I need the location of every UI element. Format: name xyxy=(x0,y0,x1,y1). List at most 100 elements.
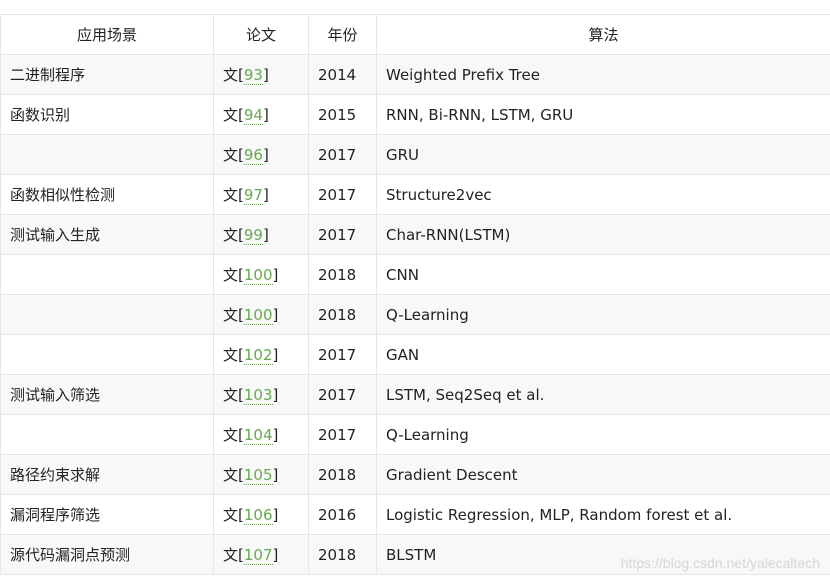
table-body: 二进制程序 文[93] 2014 Weighted Prefix Tree 函数识别 文[… xyxy=(0,54,830,575)
reference-link[interactable]: 100 xyxy=(243,266,273,285)
table-header-row: 应用场景 论文 年份 算法 xyxy=(0,14,830,55)
algorithm-cell: Q-Learning xyxy=(376,294,830,335)
cite-suffix: ] xyxy=(272,306,279,324)
paper-cell: 文[105] xyxy=(213,454,309,495)
year-cell: 2018 xyxy=(308,454,377,495)
cite-suffix: ] xyxy=(272,506,279,524)
algorithm-cell: Gradient Descent xyxy=(376,454,830,495)
year-cell: 2017 xyxy=(308,414,377,455)
table-row: 文[100] 2018 Q-Learning xyxy=(0,294,830,335)
paper-cell: 文[104] xyxy=(213,414,309,455)
reference-link[interactable]: 96 xyxy=(243,146,263,165)
algorithm-cell: LSTM, Seq2Seq et al. xyxy=(376,374,830,415)
paper-cell: 文[100] xyxy=(213,254,309,295)
algorithm-cell: GAN xyxy=(376,334,830,375)
reference-link[interactable]: 100 xyxy=(243,306,273,325)
year-cell: 2018 xyxy=(308,534,377,575)
scenario-cell: 漏洞程序筛选 xyxy=(0,494,214,535)
paper-cell: 文[93] xyxy=(213,54,309,95)
table-row: 函数相似性检测 文[97] 2017 Structure2vec xyxy=(0,174,830,215)
reference-link[interactable]: 103 xyxy=(243,386,273,405)
paper-cell: 文[94] xyxy=(213,94,309,135)
paper-cell: 文[96] xyxy=(213,134,309,175)
cite-suffix: ] xyxy=(272,266,279,284)
paper-cell: 文[100] xyxy=(213,294,309,335)
algorithm-table: 应用场景 论文 年份 算法 二进制程序 文[93] 2014 Weighted Pre… xyxy=(0,14,830,575)
year-cell: 2015 xyxy=(308,94,377,135)
table-row: 函数识别 文[94] 2015 RNN, Bi-RNN, LSTM, GRU xyxy=(0,94,830,135)
table-row: 二进制程序 文[93] 2014 Weighted Prefix Tree xyxy=(0,54,830,95)
cite-prefix: 文[ xyxy=(223,146,244,164)
cite-prefix: 文[ xyxy=(223,466,244,484)
cite-prefix: 文[ xyxy=(223,506,244,524)
paper-cell: 文[103] xyxy=(213,374,309,415)
reference-link[interactable]: 107 xyxy=(243,546,273,565)
cite-suffix: ] xyxy=(262,226,269,244)
reference-link[interactable]: 102 xyxy=(243,346,273,365)
cite-prefix: 文[ xyxy=(223,306,244,324)
year-cell: 2018 xyxy=(308,294,377,335)
cite-prefix: 文[ xyxy=(223,546,244,564)
scenario-cell: 测试输入生成 xyxy=(0,214,214,255)
reference-link[interactable]: 97 xyxy=(243,186,263,205)
scenario-cell: 路径约束求解 xyxy=(0,454,214,495)
reference-link[interactable]: 106 xyxy=(243,506,273,525)
header-year: 年份 xyxy=(308,14,377,55)
year-cell: 2017 xyxy=(308,214,377,255)
scenario-cell xyxy=(0,254,214,295)
scenario-cell xyxy=(0,134,214,175)
cite-prefix: 文[ xyxy=(223,226,244,244)
year-cell: 2017 xyxy=(308,334,377,375)
scenario-cell: 源代码漏洞点预测 xyxy=(0,534,214,575)
reference-link[interactable]: 94 xyxy=(243,106,263,125)
cite-prefix: 文[ xyxy=(223,386,244,404)
cite-suffix: ] xyxy=(262,186,269,204)
year-cell: 2017 xyxy=(308,374,377,415)
paper-cell: 文[102] xyxy=(213,334,309,375)
cite-suffix: ] xyxy=(262,66,269,84)
paper-cell: 文[99] xyxy=(213,214,309,255)
table-row: 文[96] 2017 GRU xyxy=(0,134,830,175)
algorithm-cell: Char-RNN(LSTM) xyxy=(376,214,830,255)
cite-prefix: 文[ xyxy=(223,186,244,204)
cite-prefix: 文[ xyxy=(223,66,244,84)
cite-suffix: ] xyxy=(262,106,269,124)
scenario-cell xyxy=(0,334,214,375)
paper-cell: 文[97] xyxy=(213,174,309,215)
table-row: 测试输入生成 文[99] 2017 Char-RNN(LSTM) xyxy=(0,214,830,255)
reference-link[interactable]: 99 xyxy=(243,226,263,245)
year-cell: 2018 xyxy=(308,254,377,295)
header-algorithm: 算法 xyxy=(376,14,830,55)
table-row: 文[100] 2018 CNN xyxy=(0,254,830,295)
cite-suffix: ] xyxy=(272,426,279,444)
algorithm-cell: Structure2vec xyxy=(376,174,830,215)
algorithm-cell: Weighted Prefix Tree xyxy=(376,54,830,95)
scenario-cell: 测试输入筛选 xyxy=(0,374,214,415)
cite-prefix: 文[ xyxy=(223,106,244,124)
cite-suffix: ] xyxy=(272,546,279,564)
scenario-cell: 函数识别 xyxy=(0,94,214,135)
year-cell: 2017 xyxy=(308,174,377,215)
scenario-cell: 二进制程序 xyxy=(0,54,214,95)
algorithm-cell: GRU xyxy=(376,134,830,175)
cite-prefix: 文[ xyxy=(223,426,244,444)
reference-link[interactable]: 105 xyxy=(243,466,273,485)
header-scenario: 应用场景 xyxy=(0,14,214,55)
cite-prefix: 文[ xyxy=(223,346,244,364)
cite-suffix: ] xyxy=(262,146,269,164)
cite-suffix: ] xyxy=(272,346,279,364)
scenario-cell xyxy=(0,414,214,455)
table-row: 文[104] 2017 Q-Learning xyxy=(0,414,830,455)
algorithm-cell: Q-Learning xyxy=(376,414,830,455)
table-row: 漏洞程序筛选 文[106] 2016 Logistic Regression, MLP… xyxy=(0,494,830,535)
cite-suffix: ] xyxy=(272,386,279,404)
algorithm-cell: Logistic Regression, MLP, Random forest … xyxy=(376,494,830,535)
scenario-cell xyxy=(0,294,214,335)
paper-cell: 文[106] xyxy=(213,494,309,535)
reference-link[interactable]: 104 xyxy=(243,426,273,445)
watermark: https://blog.csdn.net/yalecaltech xyxy=(620,555,820,571)
year-cell: 2014 xyxy=(308,54,377,95)
algorithm-cell: CNN xyxy=(376,254,830,295)
reference-link[interactable]: 93 xyxy=(243,66,263,85)
year-cell: 2016 xyxy=(308,494,377,535)
